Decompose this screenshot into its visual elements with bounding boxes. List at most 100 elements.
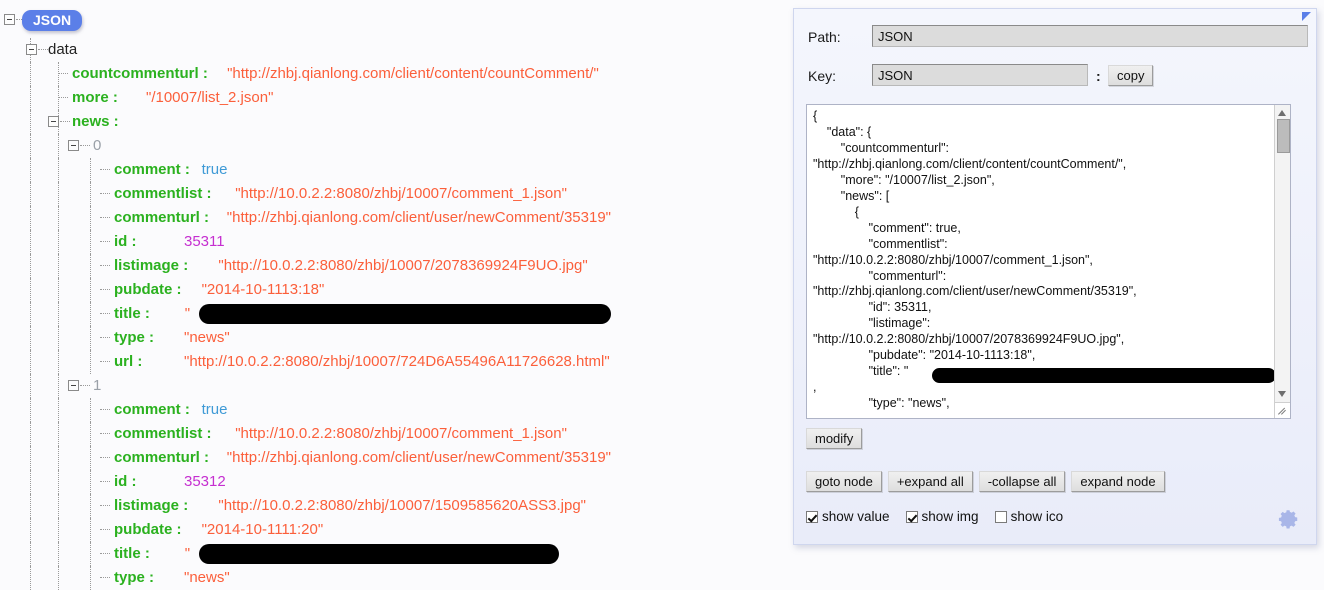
scrollbar-thumb[interactable]	[1277, 119, 1290, 153]
tree-value[interactable]: "http://10.0.2.2:8080/zhbj/10007/724D6A5…	[184, 350, 610, 374]
tree-guide-line	[90, 350, 91, 374]
news-item-toggle-0[interactable]	[68, 140, 79, 151]
tree-key[interactable]: commentlist :	[114, 422, 212, 446]
tree-value[interactable]: "http://zhbj.qianlong.com/client/content…	[227, 62, 599, 86]
tree-value-redacted[interactable]: "	[185, 302, 190, 326]
tree-guide-line	[58, 494, 59, 518]
news-toggle[interactable]	[48, 116, 59, 127]
checkbox-show-value[interactable]: show value	[806, 509, 890, 524]
tree-value[interactable]: 35312	[184, 470, 226, 494]
tree-value[interactable]: "http://zhbj.qianlong.com/client/user/ne…	[227, 446, 611, 470]
tree-connector	[100, 529, 110, 530]
data-toggle[interactable]	[26, 44, 37, 55]
tree-guide-line	[58, 398, 59, 422]
tree-key-news[interactable]: news :	[72, 110, 119, 134]
key-separator: :	[1096, 68, 1101, 84]
json-inspector-dialog[interactable]: Path: JSON Key: JSON : copy { "data": { …	[793, 8, 1317, 545]
tree-key[interactable]: commenturl :	[114, 206, 209, 230]
tree-value[interactable]: "news"	[184, 326, 230, 350]
tree-value[interactable]: true	[202, 398, 228, 422]
textarea-scrollbar[interactable]	[1274, 105, 1290, 402]
tree-key[interactable]: pubdate :	[114, 278, 182, 302]
gear-icon[interactable]	[1278, 508, 1300, 530]
tree-guide-line	[90, 566, 91, 590]
checkbox-show-ico[interactable]: show ico	[994, 509, 1063, 524]
tree-key[interactable]: comment :	[114, 398, 190, 422]
tree-value[interactable]: "/10007/list_2.json"	[146, 86, 273, 110]
tree-value-redacted[interactable]: "	[185, 542, 190, 566]
key-input[interactable]: JSON	[872, 64, 1088, 86]
tree-guide-line	[58, 302, 59, 326]
news-item-index-0[interactable]: 0	[93, 134, 101, 158]
action-button-expand-all[interactable]: +expand all	[887, 471, 973, 492]
tree-connector	[100, 289, 110, 290]
tree-key[interactable]: listimage :	[114, 494, 188, 518]
tree-key[interactable]: title :	[114, 302, 150, 326]
tree-key[interactable]: commenturl :	[114, 446, 209, 470]
resize-grip-icon[interactable]	[1274, 402, 1290, 418]
tree-guide-line	[90, 278, 91, 302]
root-toggle[interactable]	[4, 14, 15, 25]
tree-value[interactable]: "http://10.0.2.2:8080/zhbj/10007/1509585…	[218, 494, 586, 518]
tree-guide-line	[90, 470, 91, 494]
news-item-index-1[interactable]: 1	[93, 374, 101, 398]
tree-value[interactable]: 35311	[184, 230, 225, 254]
tree-key[interactable]: listimage :	[114, 254, 188, 278]
action-button-expand-node[interactable]: expand node	[1071, 471, 1165, 492]
tree-guide-line	[30, 254, 31, 278]
tree-guide-line	[30, 326, 31, 350]
collapse-triangle-icon[interactable]	[1302, 12, 1311, 21]
checkbox-show-img[interactable]: show img	[905, 509, 979, 524]
checkbox-box-icon[interactable]	[905, 511, 918, 523]
tree-key[interactable]: id :	[114, 470, 137, 494]
tree-connector	[100, 193, 110, 194]
tree-key[interactable]: pubdate :	[114, 518, 182, 542]
tree-value[interactable]: "2014-10-1113:18"	[202, 278, 325, 302]
tree-key[interactable]: commentlist :	[114, 182, 212, 206]
tree-key[interactable]: more :	[72, 86, 118, 110]
action-button-goto-node[interactable]: goto node	[806, 471, 882, 492]
tree-key[interactable]: type :	[114, 326, 154, 350]
tree-guide-line	[90, 182, 91, 206]
json-textarea[interactable]: { "data": { "countcommenturl": "http://z…	[806, 104, 1291, 419]
tree-key[interactable]: countcommenturl :	[72, 62, 208, 86]
tree-value[interactable]: "http://zhbj.qianlong.com/client/user/ne…	[227, 206, 611, 230]
tree-guide-line	[90, 158, 91, 182]
news-item-toggle-1[interactable]	[68, 380, 79, 391]
tree-value[interactable]: "2014-10-1111:20"	[202, 518, 324, 542]
tree-guide-line	[58, 86, 59, 110]
tree-key[interactable]: id :	[114, 230, 137, 254]
checkbox-label: show value	[822, 509, 890, 524]
tree-guide-line	[58, 206, 59, 230]
tree-key[interactable]: url :	[114, 350, 142, 374]
json-textarea-content: { "data": { "countcommenturl": "http://z…	[813, 109, 1137, 411]
tree-value[interactable]: "http://10.0.2.2:8080/zhbj/10007/comment…	[235, 422, 567, 446]
tree-value[interactable]: "news"	[184, 566, 230, 590]
scroll-up-icon[interactable]	[1278, 110, 1286, 116]
tree-guide-line	[58, 182, 59, 206]
tree-connector	[100, 457, 110, 458]
tree-key[interactable]: comment :	[114, 158, 190, 182]
tree-guide-line	[90, 494, 91, 518]
checkbox-box-icon[interactable]	[994, 511, 1007, 523]
tree-guide-line	[58, 374, 59, 398]
scroll-down-icon[interactable]	[1278, 391, 1286, 397]
tree-connector	[100, 433, 110, 434]
json-root-badge[interactable]: JSON	[22, 10, 83, 31]
path-input[interactable]: JSON	[872, 25, 1308, 47]
copy-button[interactable]: copy	[1108, 65, 1154, 86]
action-button-collapse-all[interactable]: -collapse all	[978, 471, 1066, 492]
tree-value[interactable]: "http://10.0.2.2:8080/zhbj/10007/2078369…	[218, 254, 587, 278]
tree-value[interactable]: "http://10.0.2.2:8080/zhbj/10007/comment…	[235, 182, 567, 206]
tree-connector	[100, 265, 110, 266]
checkbox-box-icon[interactable]	[806, 511, 818, 523]
tree-key[interactable]: type :	[114, 566, 154, 590]
tree-key[interactable]: title :	[114, 542, 150, 566]
tree-value[interactable]: true	[202, 158, 228, 182]
tree-guide-line	[58, 422, 59, 446]
tree-node-data[interactable]: data	[48, 38, 77, 62]
modify-button[interactable]: modify	[806, 428, 863, 449]
tree-connector	[100, 169, 110, 170]
json-tree-panel[interactable]: JSON data countcommenturl : "http://zhbj.qi…	[0, 0, 790, 590]
path-row: Path: JSON	[808, 25, 1308, 49]
